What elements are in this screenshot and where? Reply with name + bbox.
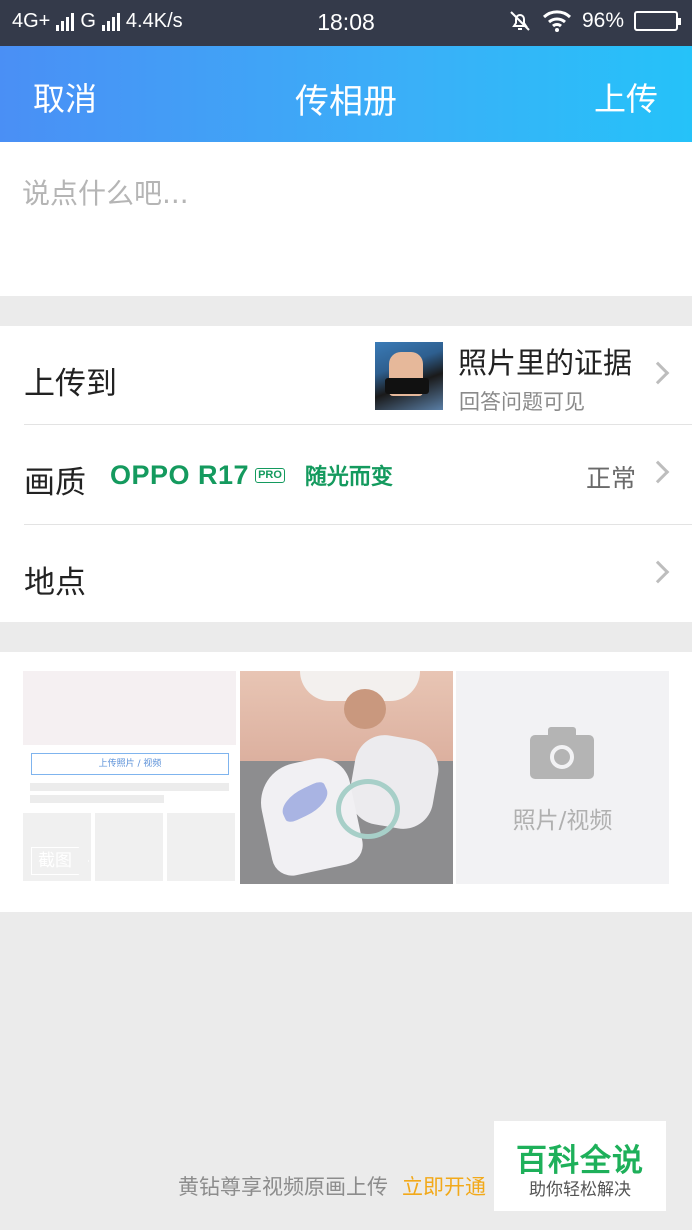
quality-label: 画质 (24, 465, 86, 501)
status-bar: 4G+ G 4.4K/s 18:08 96% (0, 0, 692, 46)
watermark-subtitle: 助你轻松解决 (529, 1180, 631, 1200)
quality-value: 正常 (585, 464, 636, 493)
camera-icon (530, 725, 594, 779)
screenshot-tag: 截图 (31, 847, 89, 875)
brand-model: OPPO R17 (110, 459, 250, 490)
upload-to-row[interactable]: 上传到 照片里的证据 回答问题可见 (0, 326, 692, 425)
vip-note-text: 黄钻尊享视频原画上传 (178, 1175, 388, 1199)
caption-input[interactable] (22, 172, 662, 272)
page-title: 传相册 (295, 82, 397, 122)
footer-note: 黄钻尊享视频原画上传 立即开通 (178, 1171, 486, 1201)
battery-percent: 96% (581, 9, 624, 32)
nav-bar: 取消 传相册 上传 (0, 46, 692, 142)
album-thumbnail (375, 342, 443, 410)
chevron-right-icon (640, 350, 680, 400)
battery-icon (634, 11, 681, 31)
media-grid: 上传照片 / 视频 截图 照片/视频 (0, 652, 692, 912)
add-media-label: 照片/视频 (512, 808, 613, 834)
screenshot-thumbnail[interactable]: 上传照片 / 视频 截图 (23, 671, 236, 884)
upload-to-label: 上传到 (24, 366, 117, 402)
add-media-button[interactable]: 照片/视频 (456, 671, 669, 884)
compose-area (0, 142, 692, 296)
watermark-logo: 百科全说 助你轻松解决 (494, 1121, 666, 1211)
brand-badge: PRO (255, 467, 285, 483)
location-label: 地点 (24, 565, 86, 601)
chevron-right-icon (640, 449, 680, 499)
status-right: 96% (508, 9, 681, 33)
brand-slogan: 随光而变 (304, 465, 393, 490)
open-vip-link[interactable]: 立即开通 (402, 1175, 486, 1199)
brand-watermark: OPPO R17 PRO 随光而变 (110, 459, 393, 491)
album-name: 照片里的证据 (458, 346, 633, 380)
watermark-title: 百科全说 (516, 1143, 644, 1179)
mute-bell-icon (510, 11, 530, 31)
photo-thumbnail[interactable] (240, 671, 453, 884)
location-row[interactable]: 地点 (0, 525, 692, 624)
quality-row[interactable]: 画质 OPPO R17 PRO 随光而变 正常 (0, 425, 692, 524)
upload-button[interactable]: 上传 (594, 74, 658, 120)
chevron-right-icon (640, 549, 680, 599)
thumbnail-inner-button-text: 上传照片 / 视频 (31, 753, 229, 775)
album-visibility: 回答问题可见 (459, 390, 585, 414)
settings-list: 上传到 照片里的证据 回答问题可见 画质 OPPO R17 PRO 随光而变 正… (0, 326, 692, 622)
wifi-icon (542, 10, 571, 32)
